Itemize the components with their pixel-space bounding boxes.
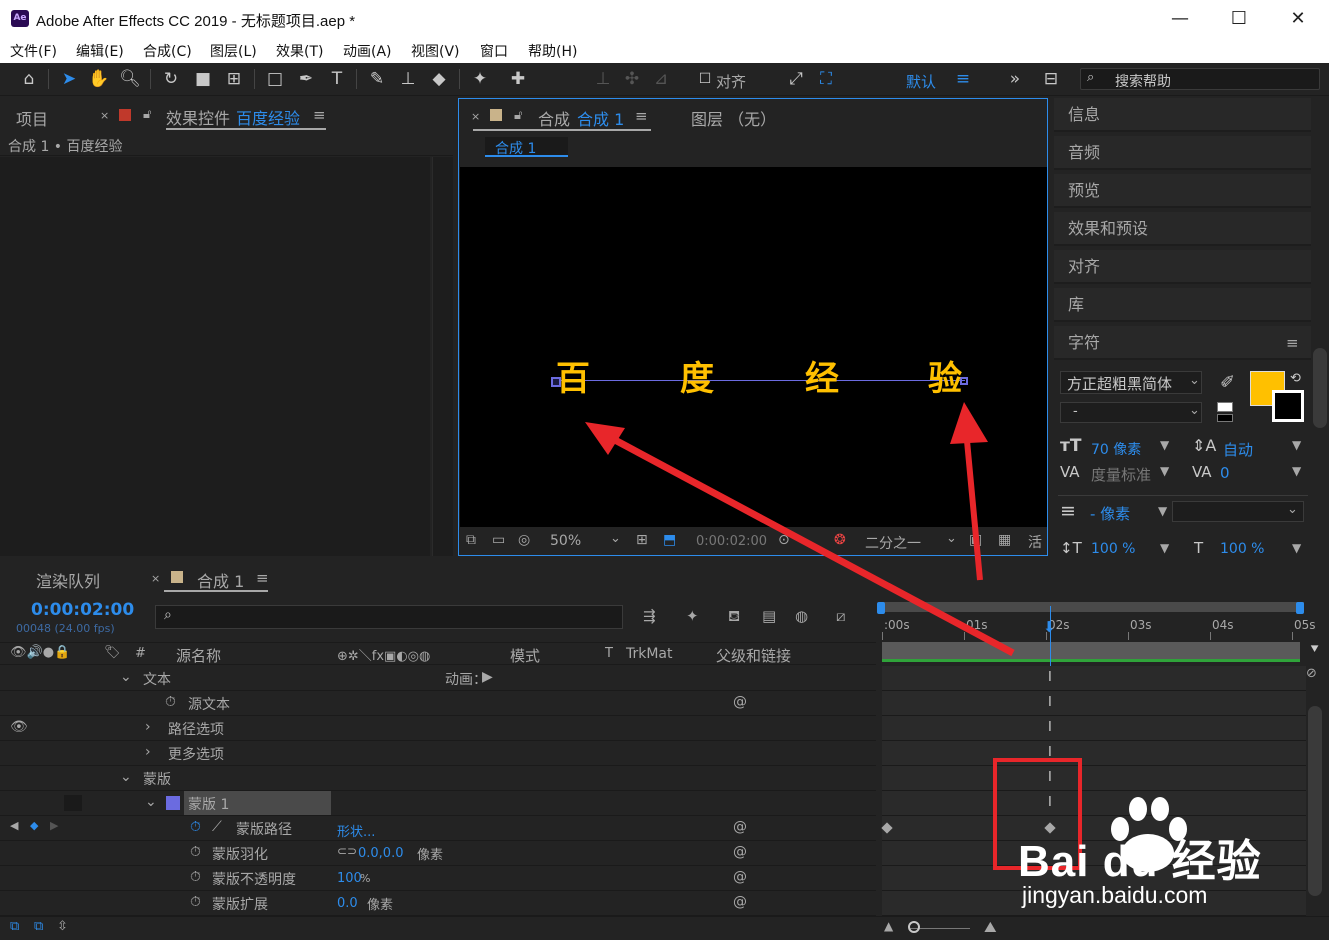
annotation-arrow <box>598 428 1015 657</box>
baidu-watermark: Bai du 经验 jingyan.baidu.com <box>1018 795 1308 915</box>
annotation-arrow <box>963 429 983 581</box>
watermark-url: jingyan.baidu.com <box>1022 882 1208 908</box>
watermark-brand: Bai du 经验 <box>1018 837 1262 886</box>
annotation-arrowhead <box>950 402 988 444</box>
